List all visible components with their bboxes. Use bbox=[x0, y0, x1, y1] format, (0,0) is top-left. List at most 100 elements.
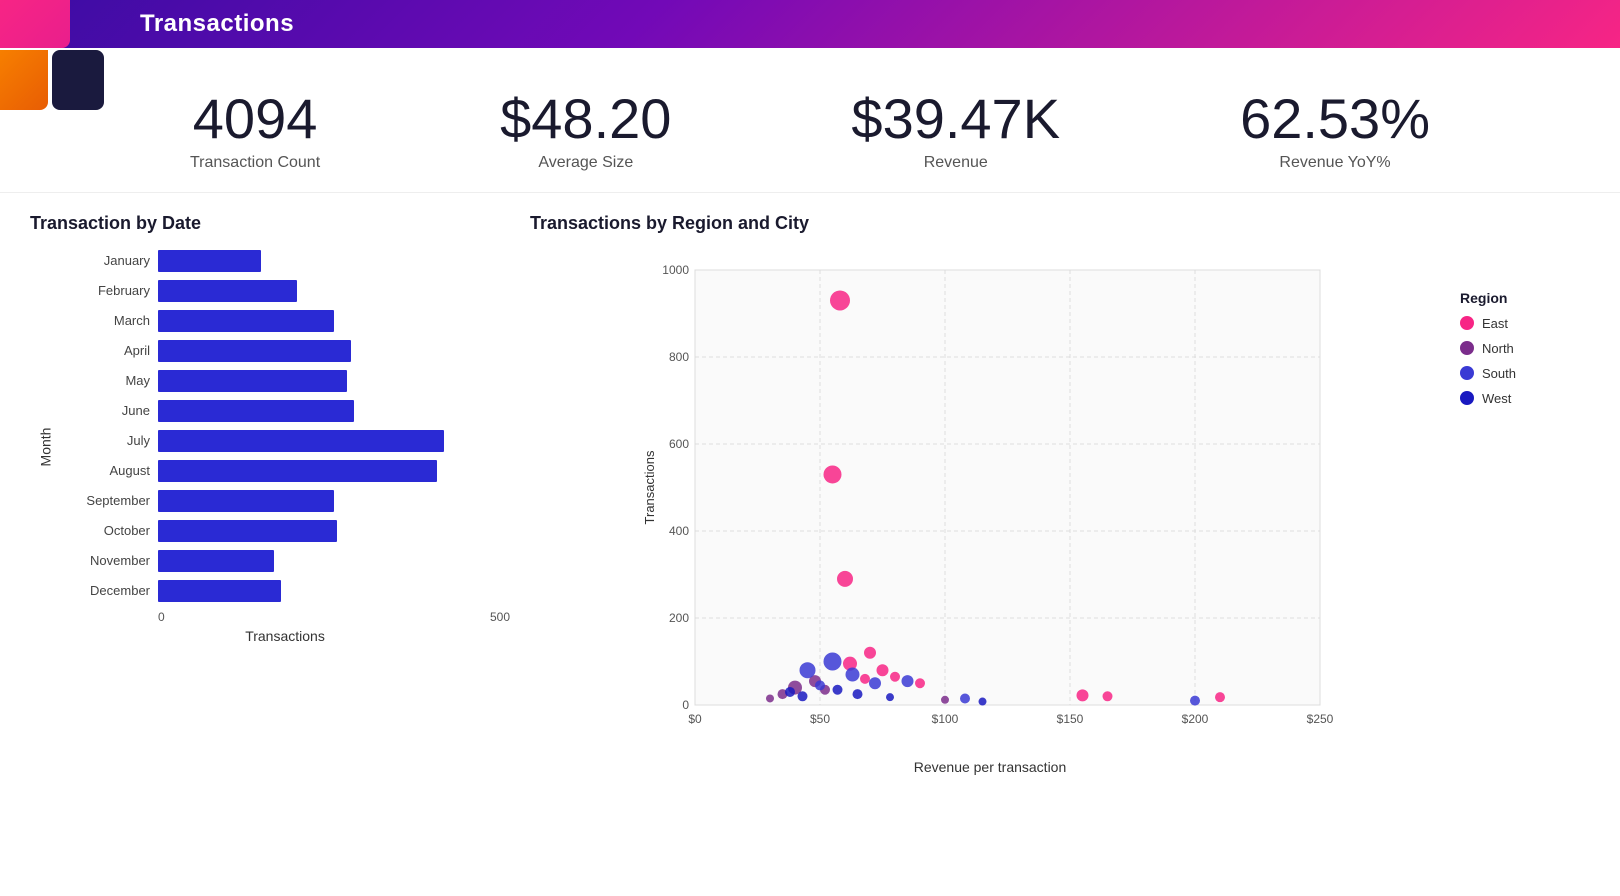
bar-label-0: January bbox=[60, 253, 150, 268]
kpi-revenue: $39.47K Revenue bbox=[851, 88, 1060, 172]
legend-dot-north bbox=[1460, 341, 1474, 355]
svg-text:$100: $100 bbox=[932, 712, 959, 726]
legend-label-south: South bbox=[1482, 366, 1516, 381]
bar-row: January bbox=[60, 250, 510, 272]
legend-label-north: North bbox=[1482, 341, 1514, 356]
bar-track-0 bbox=[158, 250, 510, 272]
legend-dot-west bbox=[1460, 391, 1474, 405]
bar-track-9 bbox=[158, 520, 510, 542]
bar-track-10 bbox=[158, 550, 510, 572]
scatter-plot-area: 02004006008001000$0$50$100$150$200$250Tr… bbox=[530, 250, 1450, 775]
bar-track-11 bbox=[158, 580, 510, 602]
legend-item-south: South bbox=[1460, 366, 1590, 381]
kpi-value-revenue-yoy: 62.53% bbox=[1240, 88, 1430, 150]
bar-row: August bbox=[60, 460, 510, 482]
bar-y-axis-label: Month bbox=[37, 427, 53, 466]
svg-text:$0: $0 bbox=[688, 712, 702, 726]
logo-area bbox=[0, 0, 104, 110]
bar-label-4: May bbox=[60, 373, 150, 388]
bar-fill-6 bbox=[158, 430, 444, 452]
bar-label-5: June bbox=[60, 403, 150, 418]
legend-label-west: West bbox=[1482, 391, 1511, 406]
bar-track-7 bbox=[158, 460, 510, 482]
scatter-chart-container: Transactions by Region and City 02004006… bbox=[530, 213, 1590, 775]
svg-text:$150: $150 bbox=[1057, 712, 1084, 726]
scatter-x-axis-title: Revenue per transaction bbox=[530, 759, 1450, 775]
bar-track-2 bbox=[158, 310, 510, 332]
logo-orange bbox=[0, 50, 48, 110]
svg-text:600: 600 bbox=[669, 437, 689, 451]
bar-row: March bbox=[60, 310, 510, 332]
bar-fill-5 bbox=[158, 400, 354, 422]
svg-text:1000: 1000 bbox=[662, 263, 689, 277]
scatter-svg: 02004006008001000$0$50$100$150$200$250Tr… bbox=[530, 250, 1450, 750]
bar-x-tick-2: 500 bbox=[490, 610, 510, 624]
bar-fill-2 bbox=[158, 310, 334, 332]
bar-row: June bbox=[60, 400, 510, 422]
svg-text:$200: $200 bbox=[1182, 712, 1209, 726]
kpi-label-revenue: Revenue bbox=[851, 154, 1060, 172]
bar-track-4 bbox=[158, 370, 510, 392]
legend-label-east: East bbox=[1482, 316, 1508, 331]
header: Transactions bbox=[0, 0, 1620, 48]
bar-fill-11 bbox=[158, 580, 281, 602]
bar-row: May bbox=[60, 370, 510, 392]
bar-label-1: February bbox=[60, 283, 150, 298]
bar-track-1 bbox=[158, 280, 510, 302]
bar-row: September bbox=[60, 490, 510, 512]
bar-x-tick-0: 0 bbox=[158, 610, 165, 624]
legend-area: Region East North South West bbox=[1460, 250, 1590, 775]
bar-fill-4 bbox=[158, 370, 347, 392]
bar-track-5 bbox=[158, 400, 510, 422]
kpi-label-revenue-yoy: Revenue YoY% bbox=[1240, 154, 1430, 172]
svg-text:Transactions: Transactions bbox=[642, 450, 657, 524]
logo-dark bbox=[52, 50, 104, 110]
bar-row: February bbox=[60, 280, 510, 302]
bar-x-axis-title: Transactions bbox=[60, 628, 510, 644]
bar-track-6 bbox=[158, 430, 510, 452]
kpi-revenue-yoy: 62.53% Revenue YoY% bbox=[1240, 88, 1430, 172]
legend-dot-east bbox=[1460, 316, 1474, 330]
bar-fill-10 bbox=[158, 550, 274, 572]
bar-row: April bbox=[60, 340, 510, 362]
legend-dot-south bbox=[1460, 366, 1474, 380]
bar-fill-7 bbox=[158, 460, 437, 482]
bar-label-8: September bbox=[60, 493, 150, 508]
bar-row: December bbox=[60, 580, 510, 602]
svg-text:800: 800 bbox=[669, 350, 689, 364]
kpi-label-average-size: Average Size bbox=[500, 154, 671, 172]
bar-x-axis: 0 500 bbox=[158, 610, 510, 624]
scatter-chart-title: Transactions by Region and City bbox=[530, 213, 1590, 234]
bar-label-9: October bbox=[60, 523, 150, 538]
kpi-value-average-size: $48.20 bbox=[500, 88, 671, 150]
bar-chart-title: Transaction by Date bbox=[30, 213, 510, 234]
svg-text:$50: $50 bbox=[810, 712, 830, 726]
bar-chart: January February March April May June Ju… bbox=[60, 250, 510, 602]
kpi-value-revenue: $39.47K bbox=[851, 88, 1060, 150]
bar-row: November bbox=[60, 550, 510, 572]
legend-title: Region bbox=[1460, 290, 1590, 306]
legend-item-north: North bbox=[1460, 341, 1590, 356]
bar-fill-8 bbox=[158, 490, 334, 512]
svg-text:0: 0 bbox=[682, 698, 689, 712]
kpi-average-size: $48.20 Average Size bbox=[500, 88, 671, 172]
bar-track-8 bbox=[158, 490, 510, 512]
bar-track-3 bbox=[158, 340, 510, 362]
bar-row: October bbox=[60, 520, 510, 542]
kpi-label-transaction-count: Transaction Count bbox=[190, 154, 320, 172]
page-title: Transactions bbox=[140, 10, 294, 38]
bar-label-7: August bbox=[60, 463, 150, 478]
bar-label-3: April bbox=[60, 343, 150, 358]
svg-text:200: 200 bbox=[669, 611, 689, 625]
bar-label-10: November bbox=[60, 553, 150, 568]
bar-fill-0 bbox=[158, 250, 261, 272]
legend-item-east: East bbox=[1460, 316, 1590, 331]
bar-label-6: July bbox=[60, 433, 150, 448]
legend-items: East North South West bbox=[1460, 316, 1590, 406]
bar-label-11: December bbox=[60, 583, 150, 598]
kpi-value-transaction-count: 4094 bbox=[190, 88, 320, 150]
bar-label-2: March bbox=[60, 313, 150, 328]
bar-chart-container: Transaction by Date Month January Februa… bbox=[30, 213, 510, 775]
bar-fill-9 bbox=[158, 520, 337, 542]
bar-row: July bbox=[60, 430, 510, 452]
